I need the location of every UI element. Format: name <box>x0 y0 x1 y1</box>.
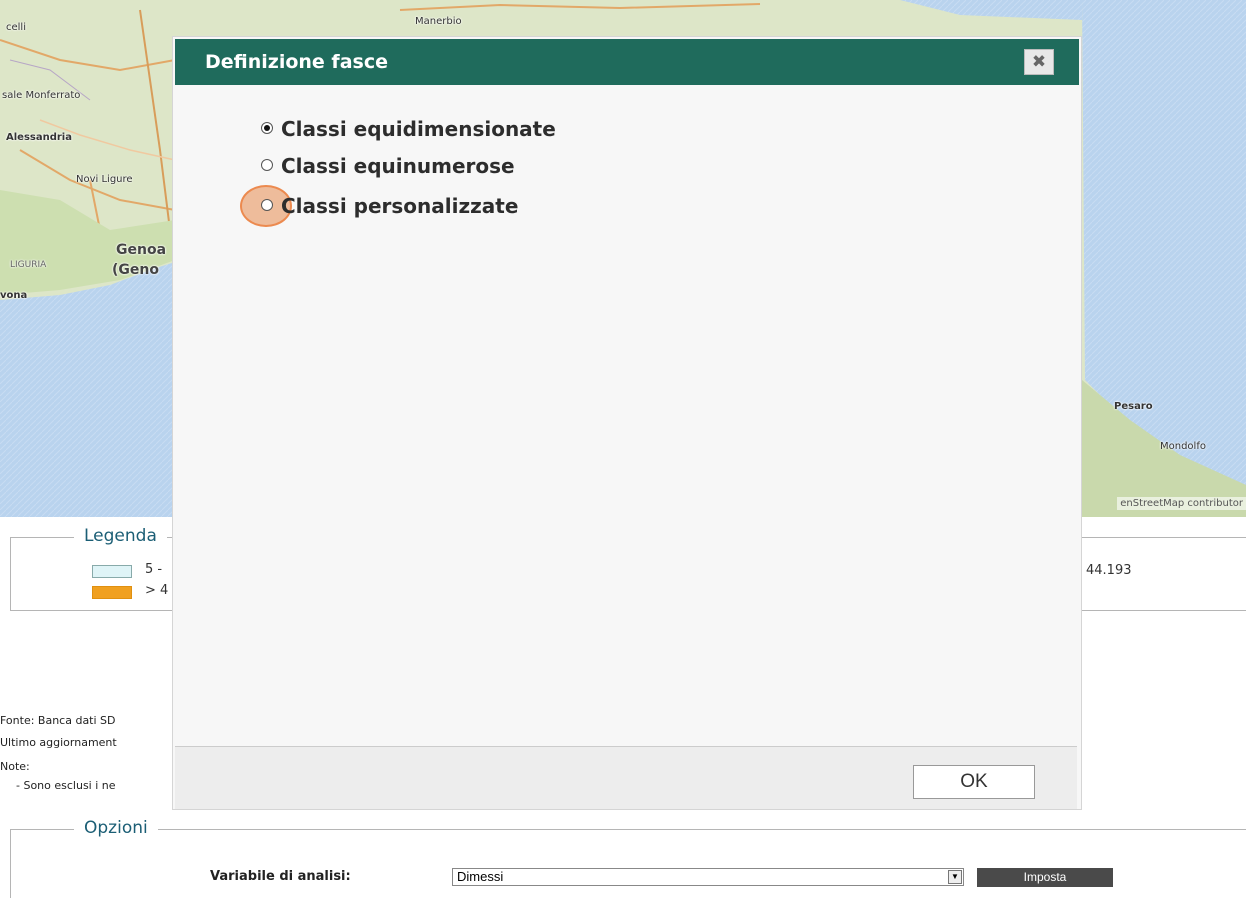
map-attribution[interactable]: enStreetMap contributor <box>1117 497 1246 510</box>
imposta-button[interactable]: Imposta <box>977 868 1113 887</box>
map-label-casale: sale Monferrato <box>2 90 81 101</box>
variabile-select-value: Dimessi <box>457 869 504 884</box>
map-label-pesaro: Pesaro <box>1114 401 1153 412</box>
note-fonte: Fonte: Banca dati SD <box>0 714 116 727</box>
map-label-manerbio: Manerbio <box>415 16 462 27</box>
legend-swatch-2 <box>92 586 132 599</box>
legend-label-1: 5 - <box>145 562 163 577</box>
definizione-fasce-dialog: Definizione fasce ✖ Classi equidimension… <box>172 36 1082 810</box>
dialog-header[interactable]: Definizione fasce ✖ <box>175 39 1079 85</box>
map-label-mondolfo: Mondolfo <box>1160 441 1206 452</box>
radio-button-personalizzate[interactable] <box>261 199 273 211</box>
options-panel <box>10 829 1246 898</box>
map-label-savona: vona <box>0 290 28 301</box>
ok-button[interactable]: OK <box>913 765 1035 799</box>
chevron-down-icon[interactable]: ▼ <box>948 870 962 884</box>
radio-label-equinumerose[interactable]: Classi equinumerose <box>281 154 515 178</box>
legend-title: Legenda <box>74 526 167 546</box>
map-label-genova-paren: (Geno <box>112 262 159 278</box>
note-label: Note: <box>0 760 30 773</box>
legend-right-value: 44.193 <box>1086 563 1132 578</box>
radio-label-equidimensionate[interactable]: Classi equidimensionate <box>281 117 556 141</box>
map-label-alessandria: Alessandria <box>6 132 72 143</box>
map-label-novi: Novi Ligure <box>76 174 133 185</box>
variabile-select[interactable]: Dimessi ▼ <box>452 868 964 886</box>
close-icon[interactable]: ✖ <box>1024 49 1054 75</box>
radio-button-equidimensionate[interactable] <box>261 122 273 134</box>
note-ultimo: Ultimo aggiornament <box>0 736 117 749</box>
map-label-genova: Genoa <box>116 242 167 258</box>
radio-label-personalizzate[interactable]: Classi personalizzate <box>281 194 518 218</box>
dialog-title: Definizione fasce <box>205 51 388 73</box>
radio-button-equinumerose[interactable] <box>261 159 273 171</box>
note-esclusi: - Sono esclusi i ne <box>16 779 116 792</box>
options-title: Opzioni <box>74 818 158 838</box>
legend-label-2: > 4 <box>145 583 169 598</box>
legend-swatch-1 <box>92 565 132 578</box>
map-label-liguria: LIGURIA <box>10 260 47 270</box>
variabile-label: Variabile di analisi: <box>210 869 351 884</box>
map-label-vercelli: celli <box>6 22 26 33</box>
